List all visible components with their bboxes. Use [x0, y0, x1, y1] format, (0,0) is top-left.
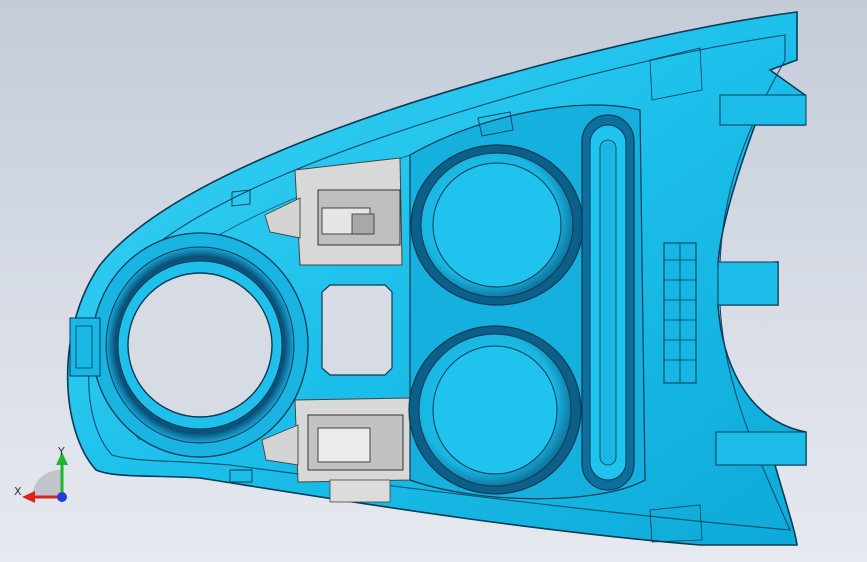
large-circular-opening[interactable]: [91, 232, 309, 458]
lower-cupholder[interactable]: [408, 325, 582, 495]
left-edge-clip[interactable]: [69, 317, 101, 377]
vertical-slot[interactable]: [581, 114, 635, 491]
x-axis-label: X: [14, 485, 22, 498]
model-canvas[interactable]: Y X: [0, 0, 867, 562]
cad-graphics-viewport[interactable]: Y X: [0, 0, 867, 562]
z-axis-dot: [57, 492, 67, 502]
vent-grille[interactable]: [663, 242, 697, 384]
y-axis-label: Y: [57, 445, 65, 458]
center-rectangular-cutout[interactable]: [321, 284, 393, 376]
coordinate-triad: Y X: [14, 445, 68, 503]
upper-cupholder[interactable]: [410, 144, 584, 306]
